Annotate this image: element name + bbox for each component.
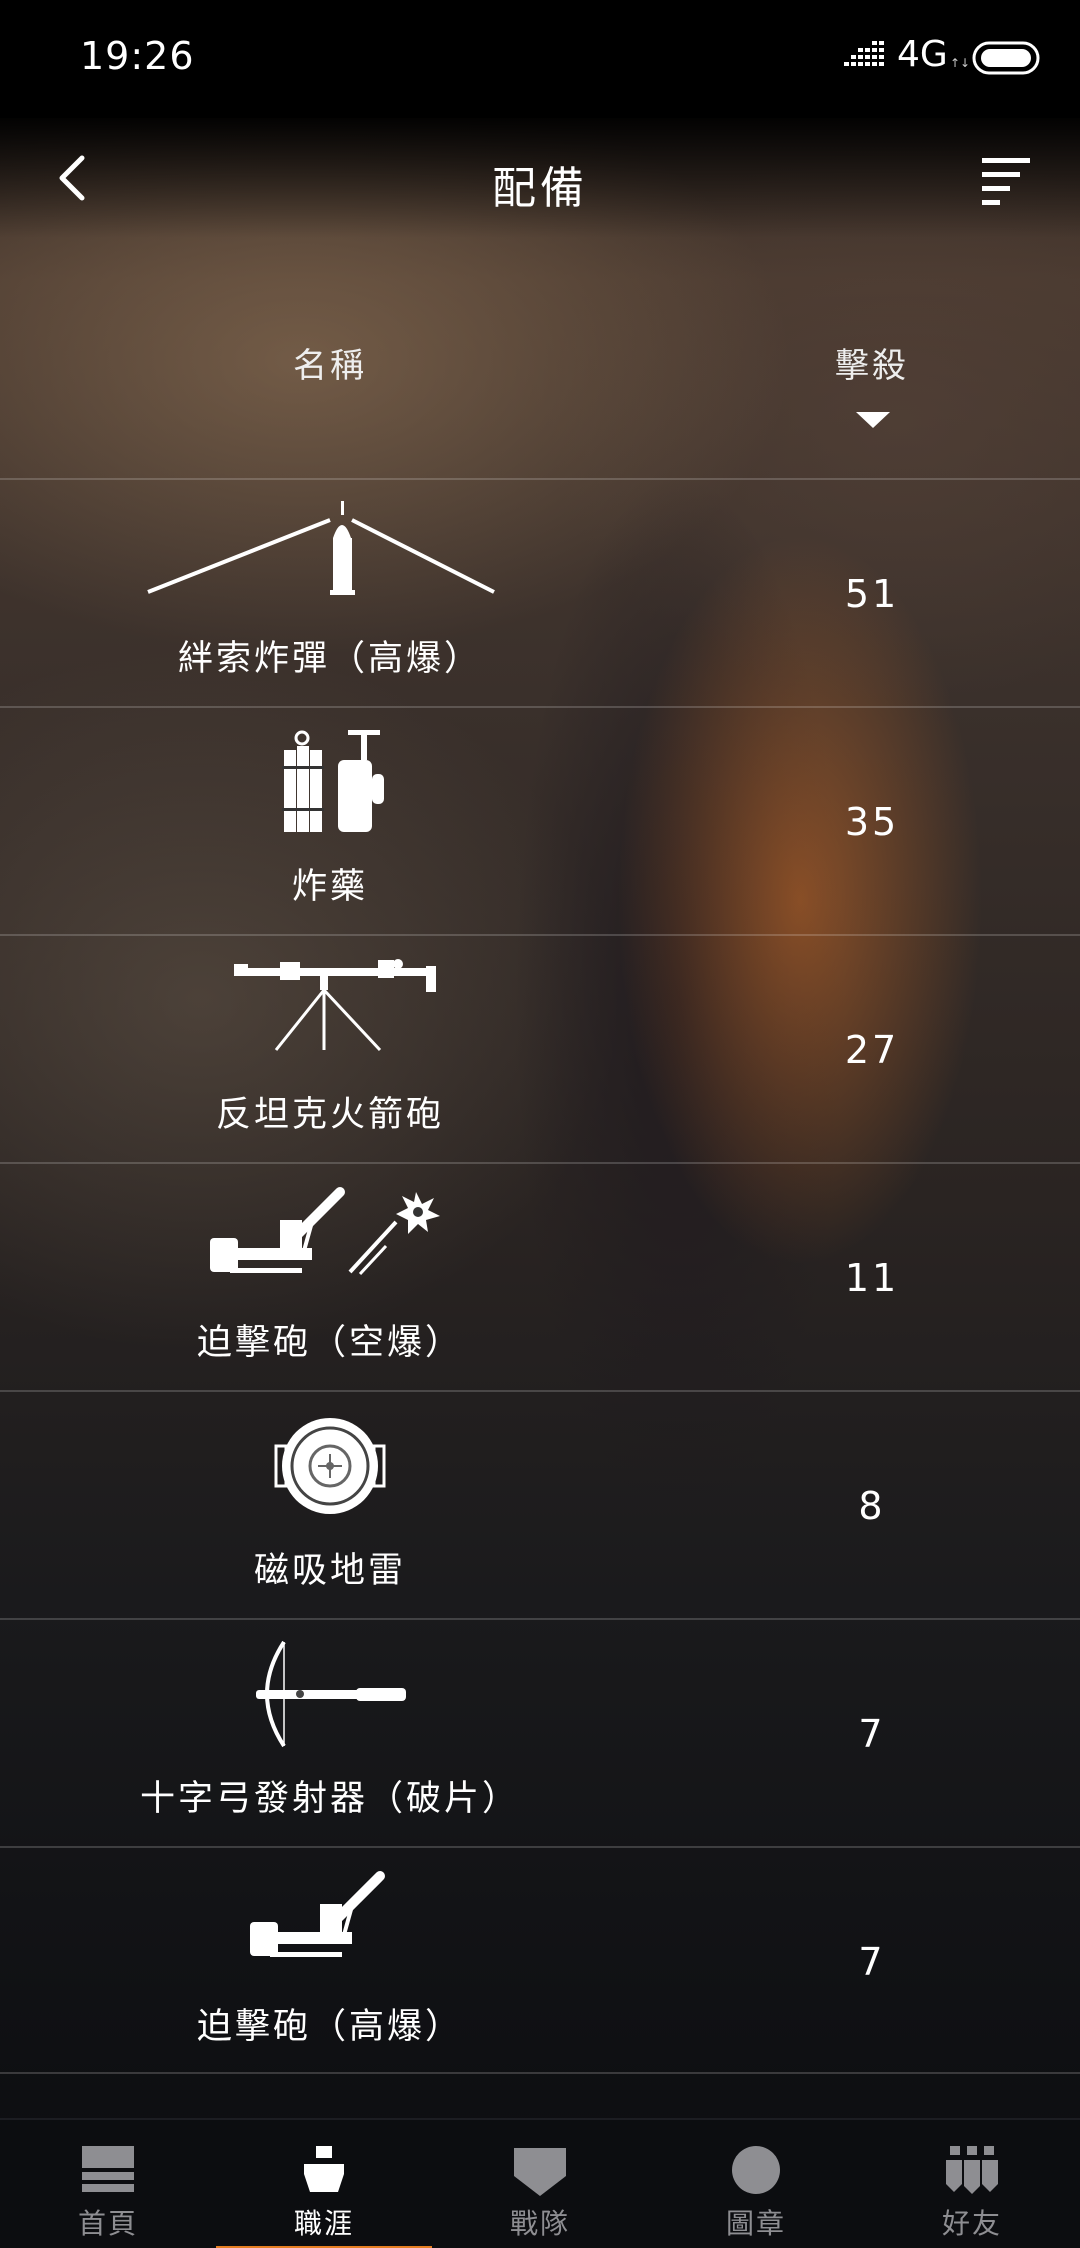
- nav-label: 職涯: [293, 2207, 354, 2240]
- item-kills: 35: [844, 800, 900, 844]
- status-time: 19:26: [80, 34, 195, 78]
- bottom-navigation: 首頁 職涯 戰隊 圖章 好友: [0, 2118, 1080, 2248]
- column-kills-header[interactable]: 擊殺: [772, 338, 972, 387]
- list-item[interactable]: 迫擊砲（高爆） 7: [0, 1846, 1080, 2074]
- nav-item-emblems[interactable]: 圖章: [648, 2120, 864, 2248]
- list-item[interactable]: 絆索炸彈（高爆） 51: [0, 478, 1080, 706]
- battery-icon: [972, 41, 1040, 75]
- item-name: 反坦克火箭砲: [215, 1095, 444, 1135]
- signal-icon: [844, 41, 884, 66]
- tripwire-bomb-icon: [147, 501, 495, 595]
- friends-icon: [946, 2146, 998, 2194]
- emblem-icon: [732, 2146, 780, 2194]
- list-item[interactable]: 十字弓發射器（破片） 7: [0, 1618, 1080, 1846]
- network-activity-icon: ↑↓: [950, 56, 971, 70]
- item-kills: 7: [858, 1712, 886, 1756]
- nav-item-career[interactable]: 職涯: [216, 2120, 432, 2248]
- dynamite-icon: [282, 730, 384, 832]
- list-column-header: 名稱 擊殺: [0, 318, 1080, 478]
- nav-item-platoon[interactable]: 戰隊: [432, 2120, 648, 2248]
- at-rocket-gun-icon: [234, 959, 436, 1052]
- mortar-airburst-icon: [210, 1187, 440, 1276]
- nav-item-home[interactable]: 首頁: [0, 2120, 216, 2248]
- mortar-he-icon: [250, 1871, 385, 1957]
- item-name: 迫擊砲（空爆）: [196, 1323, 463, 1363]
- list-item[interactable]: 炸藥 35: [0, 706, 1080, 934]
- column-name-header[interactable]: 名稱: [230, 338, 430, 387]
- crossbow-icon: [256, 1640, 406, 1748]
- item-name: 絆索炸彈（高爆）: [177, 639, 482, 679]
- gadget-list: 絆索炸彈（高爆） 51 炸藥 35 反坦克火箭砲 27 迫擊砲（空爆） 11 磁…: [0, 478, 1080, 2074]
- nav-label: 圖章: [725, 2207, 786, 2240]
- shield-icon: [514, 2148, 566, 2196]
- nav-label: 好友: [941, 2207, 1002, 2240]
- nav-label: 戰隊: [509, 2207, 570, 2240]
- item-kills: 27: [844, 1028, 900, 1072]
- list-item[interactable]: 反坦克火箭砲 27: [0, 934, 1080, 1162]
- sort-descending-icon: [856, 412, 890, 428]
- item-name: 十字弓發射器（破片）: [139, 1779, 520, 1819]
- nav-item-friends[interactable]: 好友: [864, 2120, 1080, 2248]
- item-name: 炸藥: [291, 867, 368, 907]
- item-kills: 8: [858, 1484, 886, 1528]
- limpet-mine-icon: [274, 1418, 386, 1514]
- filter-sort-icon[interactable]: [976, 154, 1036, 208]
- app-root: 19:26 4G ↑↓ 配備 名稱 擊殺 絆索炸彈（高爆） 51 炸藥 35 反…: [0, 0, 1080, 2248]
- item-kills: 51: [844, 572, 900, 616]
- item-name: 迫擊砲（高爆）: [196, 2007, 463, 2047]
- list-item[interactable]: 磁吸地雷 8: [0, 1390, 1080, 1618]
- status-bar: 19:26 4G ↑↓: [0, 0, 1080, 118]
- network-type: 4G: [897, 34, 948, 75]
- list-item[interactable]: 迫擊砲（空爆） 11: [0, 1162, 1080, 1390]
- home-icon: [82, 2146, 134, 2192]
- item-kills: 7: [858, 1940, 886, 1984]
- nav-label: 首頁: [77, 2207, 138, 2240]
- top-app-bar: 配備: [0, 118, 1080, 238]
- page-title: 配備: [492, 163, 588, 214]
- item-name: 磁吸地雷: [253, 1551, 406, 1591]
- item-kills: 11: [844, 1256, 900, 1300]
- soldier-icon: [304, 2146, 344, 2192]
